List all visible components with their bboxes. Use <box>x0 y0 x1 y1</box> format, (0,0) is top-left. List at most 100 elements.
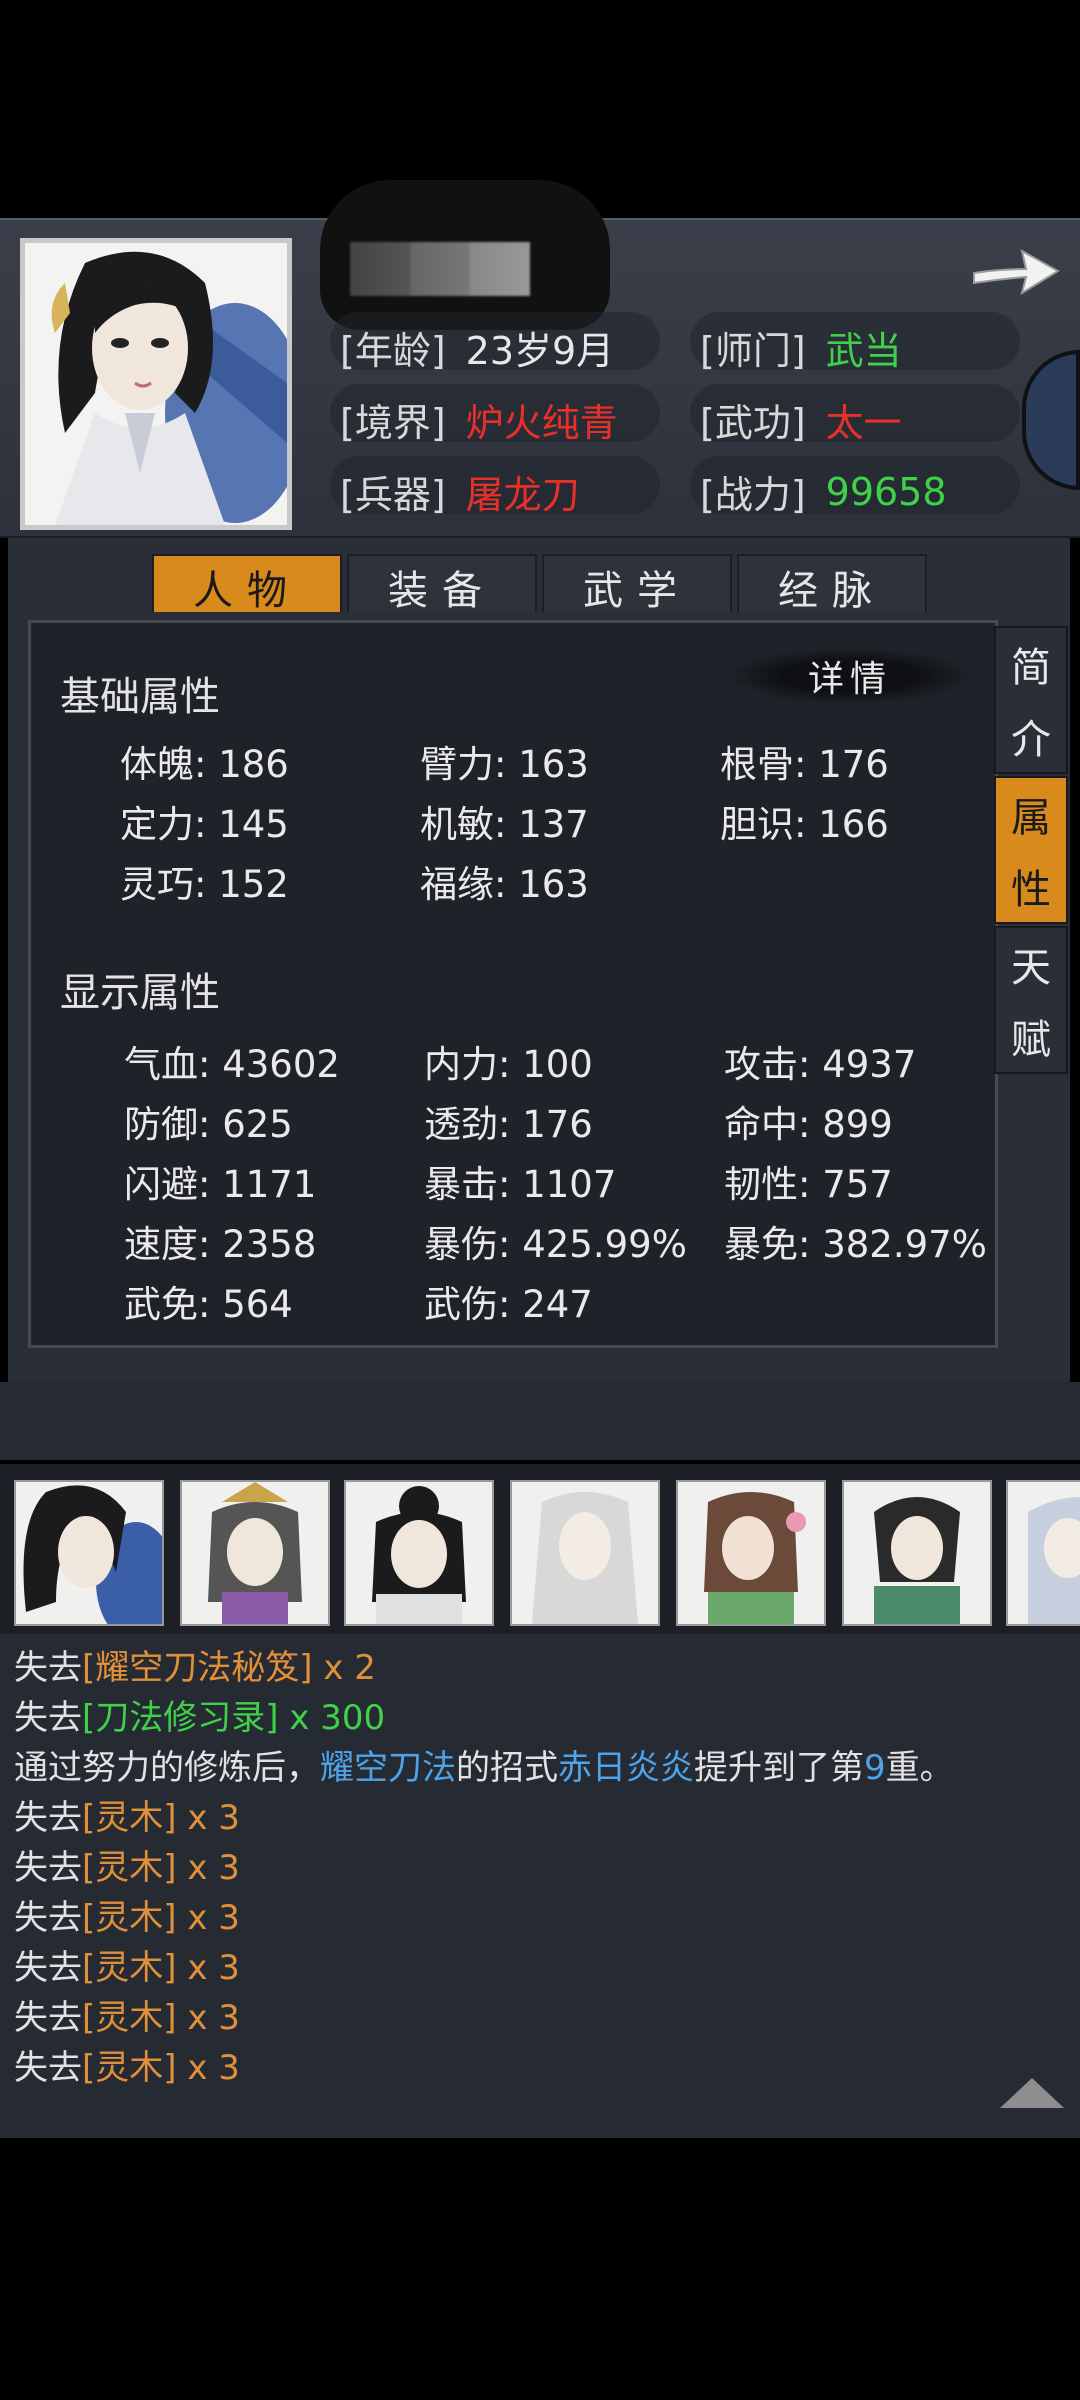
stat-composure: 定力: 145 <box>120 803 289 846</box>
companion-image <box>346 1482 492 1624</box>
companion-portrait[interactable] <box>14 1480 164 1626</box>
companion-portrait[interactable] <box>344 1480 494 1626</box>
log-segment: [灵木] <box>82 1948 177 1988</box>
log-segment: 重。 <box>885 1748 954 1788</box>
book-icon[interactable] <box>1022 350 1080 490</box>
info-label: [师门] <box>700 329 806 373</box>
log-segment: 提升到了第 <box>694 1748 864 1788</box>
info-value: 武当 <box>825 329 902 373</box>
stat-crit: 暴击: 1107 <box>424 1163 617 1206</box>
info-weapon: [兵器] 屠龙刀 <box>340 464 580 519</box>
log-segment: 失去 <box>14 1898 82 1938</box>
log-segment: [灵木] <box>82 1848 177 1888</box>
log-line: 失去[灵木] x 3 <box>14 1990 240 2039</box>
details-button[interactable]: 详情 <box>730 648 970 704</box>
info-label: [兵器] <box>340 473 446 517</box>
stat-dodge: 闪避: 1171 <box>124 1163 317 1206</box>
info-age: [年龄] 23岁9月 <box>340 320 614 375</box>
stat-physique: 体魄: 186 <box>120 743 289 786</box>
info-value: 屠龙刀 <box>465 473 580 517</box>
stat-dexterity: 灵巧: 152 <box>120 863 289 906</box>
log-segment: 通过努力的修炼后， <box>14 1748 320 1788</box>
log-segment: 赤日炎炎 <box>558 1748 694 1788</box>
side-tab-char: 介 <box>1011 717 1051 763</box>
next-character-button[interactable] <box>968 234 1064 304</box>
companion-strip[interactable] <box>0 1464 1080 1634</box>
stat-crit-damage: 暴伤: 425.99% <box>424 1223 687 1266</box>
companion-portrait[interactable] <box>180 1480 330 1626</box>
companion-image <box>844 1482 990 1624</box>
stat-attack: 攻击: 4937 <box>724 1043 917 1086</box>
info-value: 炉火纯青 <box>465 401 618 445</box>
tab-character[interactable]: 人物 <box>152 554 342 620</box>
side-tab-talent[interactable]: 天 赋 <box>994 926 1068 1074</box>
log-segment: 失去 <box>14 1948 82 1988</box>
triangle-up-icon[interactable] <box>1000 2078 1064 2108</box>
info-value: 23岁9月 <box>465 329 615 373</box>
log-segment: 9 <box>864 1748 886 1788</box>
side-tab-char: 天 <box>1011 945 1051 991</box>
log-segment: x 300 <box>278 1698 386 1738</box>
log-segment: 失去 <box>14 1848 82 1888</box>
log-segment: 失去 <box>14 1648 82 1688</box>
stat-hit: 命中: 899 <box>724 1103 893 1146</box>
log-segment: x 3 <box>176 1998 240 2038</box>
portrait-illustration <box>25 243 287 525</box>
log-line: 失去[耀空刀法秘笈] x 2 <box>14 1640 376 1689</box>
stat-bone: 根骨: 176 <box>720 743 889 786</box>
log-segment: [灵木] <box>82 2048 177 2088</box>
tab-meridians[interactable]: 经脉 <box>737 554 927 620</box>
log-line: 失去[灵木] x 3 <box>14 1840 240 1889</box>
log-segment: 失去 <box>14 1998 82 2038</box>
side-tab-attributes[interactable]: 属 性 <box>994 776 1068 924</box>
stat-crit-resist: 暴免: 382.97% <box>724 1223 987 1266</box>
log-line: 失去[刀法修习录] x 300 <box>14 1690 385 1739</box>
stat-courage: 胆识: 166 <box>720 803 889 846</box>
stat-martial-resist: 武免: 564 <box>124 1283 293 1326</box>
side-tab-char: 属 <box>1011 795 1051 841</box>
display-attributes-title: 显示属性 <box>60 970 220 1016</box>
tab-martial-arts[interactable]: 武学 <box>542 554 732 620</box>
stat-fortune: 福缘: 163 <box>420 863 589 906</box>
info-value: 太一 <box>825 401 902 445</box>
info-martial-art: [武功] 太一 <box>700 392 902 447</box>
companion-image <box>678 1482 824 1624</box>
log-segment: 失去 <box>14 1798 82 1838</box>
tab-equipment[interactable]: 装备 <box>347 554 537 620</box>
log-line: 失去[灵木] x 3 <box>14 2040 240 2089</box>
companion-portrait[interactable] <box>842 1480 992 1626</box>
divider-band <box>0 1382 1080 1460</box>
companion-image <box>182 1482 328 1624</box>
log-line: 失去[灵木] x 3 <box>14 1790 240 1839</box>
stat-internal-power: 内力: 100 <box>424 1043 593 1086</box>
companion-portrait[interactable] <box>1006 1480 1080 1626</box>
info-label: [年龄] <box>340 329 446 373</box>
log-segment: x 3 <box>176 1898 240 1938</box>
log-segment: [耀空刀法秘笈] <box>82 1648 313 1688</box>
character-portrait[interactable] <box>20 238 292 530</box>
side-tab-char: 性 <box>1011 867 1051 913</box>
log-segment: x 3 <box>176 2048 240 2088</box>
stat-agility: 机敏: 137 <box>420 803 589 846</box>
log-line: 失去[灵木] x 3 <box>14 1940 240 1989</box>
log-segment: [灵木] <box>82 1898 177 1938</box>
log-segment: [灵木] <box>82 1798 177 1838</box>
stat-speed: 速度: 2358 <box>124 1223 317 1266</box>
info-label: [武功] <box>700 401 806 445</box>
companion-portrait[interactable] <box>510 1480 660 1626</box>
log-line: 失去[灵木] x 3 <box>14 1890 240 1939</box>
stat-martial-damage: 武伤: 247 <box>424 1283 593 1326</box>
stat-defense: 防御: 625 <box>124 1103 293 1146</box>
side-tab-intro[interactable]: 简 介 <box>994 626 1068 774</box>
log-segment: 失去 <box>14 2048 82 2088</box>
basic-attributes-title: 基础属性 <box>60 674 220 720</box>
character-header: [年龄] 23岁9月 [师门] 武当 [境界] 炉火纯青 [武功] 太一 [兵器… <box>0 180 1080 538</box>
arrow-right-icon <box>973 249 1060 296</box>
companion-portrait[interactable] <box>676 1480 826 1626</box>
log-segment: x 2 <box>312 1648 376 1688</box>
companion-image <box>16 1482 162 1624</box>
log-segment: 的招式 <box>456 1748 558 1788</box>
log-segment: [灵木] <box>82 1998 177 2038</box>
log-segment: [刀法修习录] <box>82 1698 279 1738</box>
log-segment: x 3 <box>176 1948 240 1988</box>
